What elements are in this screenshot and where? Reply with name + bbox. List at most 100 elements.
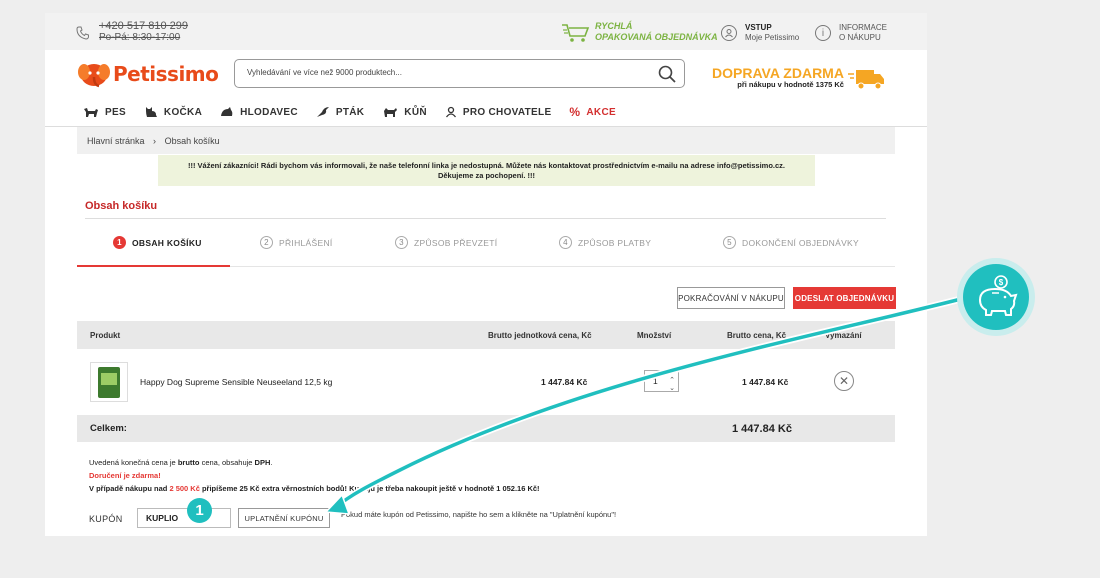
col-product: Produkt [90, 331, 121, 340]
login-title: VSTUP [745, 23, 772, 32]
info-line1: INFORMACE [839, 23, 887, 32]
percent-icon: % [569, 105, 581, 119]
note-threshold: 2 500 Kč [169, 484, 200, 493]
nav-item-sale[interactable]: % AKCE [569, 105, 616, 119]
cart-table-header: Produkt Brutto jednotková cena, Kč Množs… [77, 321, 895, 349]
nav-item-dog[interactable]: PES [83, 106, 126, 118]
col-unit-price: Brutto jednotková cena, Kč [488, 331, 592, 340]
apply-coupon-button[interactable]: UPLATNĚNÍ KUPÓNU [238, 508, 330, 528]
search-input[interactable] [247, 68, 647, 77]
cart-icon [562, 24, 590, 42]
col-qty: Množství [637, 331, 672, 340]
step-label: OBSAH KOŠÍKU [132, 237, 202, 248]
phone-number: +420 517 810 299 [99, 20, 189, 32]
horse-icon [384, 108, 398, 117]
loyalty-note: V případě nákupu nad 2 500 Kč připíšeme … [89, 484, 540, 493]
title-divider [85, 218, 886, 219]
step-number: 3 [395, 236, 408, 249]
fast-order-line2: OPAKOVANÁ OBJEDNÁVKA [595, 32, 718, 42]
step-cart-contents[interactable]: 1 OBSAH KOŠÍKU [113, 236, 202, 249]
nav-label: PRO CHOVATELE [462, 106, 552, 118]
coupon-input[interactable] [137, 508, 231, 528]
person-icon [445, 106, 456, 118]
nav-item-bird[interactable]: PTÁK [316, 106, 364, 118]
active-step-underline [77, 265, 230, 267]
step-badge: 1 [187, 498, 212, 523]
quantity-value: 1 [653, 376, 658, 386]
purchase-info-link[interactable]: i INFORMACE O NÁKUPU [815, 23, 887, 43]
breadcrumb-separator: › [153, 136, 157, 146]
breadcrumb-current: Obsah košíku [164, 136, 220, 146]
nav-label: PES [105, 106, 126, 118]
top-bar: +420 517 810 299 Po-Pá: 8:30-17:00 RYCHL… [45, 13, 927, 50]
free-delivery-note: Doručení je zdarma! [89, 471, 161, 480]
notice-line1: !!! Vážení zákazníci! Rádi bychom vás in… [187, 161, 786, 170]
chevron-updown-icon: ⌃ ⌄ [669, 377, 675, 392]
cat-icon [145, 107, 157, 117]
close-icon: ✕ [838, 374, 850, 388]
step-finish[interactable]: 5 DOKONČENÍ OBJEDNÁVKY [723, 236, 859, 249]
step-number: 5 [723, 236, 736, 249]
product-image[interactable] [90, 362, 128, 402]
search-box [234, 59, 685, 88]
step-login[interactable]: 2 PŘIHLÁŠENÍ [260, 236, 333, 249]
truck-icon [848, 70, 884, 90]
step-payment[interactable]: 4 ZPŮSOB PLATBY [559, 236, 651, 249]
step-delivery[interactable]: 3 ZPŮSOB PŘEVZETÍ [395, 236, 497, 249]
quantity-select[interactable]: 1 ⌃ ⌄ [644, 370, 679, 392]
nav-item-rodent[interactable]: HLODAVEC [220, 106, 298, 118]
nav-label: HLODAVEC [240, 106, 298, 118]
col-total: Brutto cena, Kč [727, 331, 787, 340]
main-nav: PES KOČKA HLODAVEC PTÁK KŮŇ PRO CHOVATEL… [83, 105, 634, 119]
fast-order-line1: RYCHLÁ [595, 21, 633, 31]
step-label: ZPŮSOB PLATBY [578, 237, 652, 248]
total-value: 1 447.84 Kč [732, 423, 792, 435]
step-label: ZPŮSOB PŘEVZETÍ [414, 237, 498, 248]
info-icon: i [815, 25, 831, 41]
nav-item-cat[interactable]: KOČKA [144, 106, 202, 118]
note-text: Uvedená konečná cena je [89, 458, 178, 467]
note-bold: brutto [177, 458, 200, 467]
nav-item-horse[interactable]: KŮŇ [382, 106, 427, 118]
search-icon[interactable] [658, 65, 676, 83]
nav-label: PTÁK [335, 106, 365, 118]
step-label: PŘIHLÁŠENÍ [279, 237, 333, 248]
step-number: 1 [113, 236, 126, 249]
page-title: Obsah košíku [85, 200, 158, 212]
phone-icon [76, 26, 89, 40]
breadcrumb-home[interactable]: Hlavní stránka [87, 136, 145, 146]
user-icon [721, 25, 737, 41]
submit-order-button[interactable]: ODESLAT OBJEDNÁVKU [793, 287, 896, 309]
opening-hours: Po-Pá: 8:30-17:00 [99, 32, 181, 43]
site-logo[interactable]: Petissimo [77, 59, 219, 89]
nav-item-breeders[interactable]: PRO CHOVATELE [445, 106, 552, 118]
rodent-icon [221, 107, 233, 116]
coupon-hint: Pokud máte kupón od Petissimo, napište h… [341, 510, 617, 519]
continue-shopping-button[interactable]: POKRAČOVÁNÍ V NÁKUPU [677, 287, 785, 309]
product-name[interactable]: Happy Dog Supreme Sensible Neuseeland 12… [140, 377, 332, 387]
cart-total-row: Celkem: 1 447.84 Kč [77, 415, 895, 442]
nav-label: AKCE [586, 106, 616, 118]
dog-icon [84, 108, 98, 117]
phone-contact: +420 517 810 299 Po-Pá: 8:30-17:00 [99, 20, 188, 44]
bird-icon [316, 107, 329, 117]
breadcrumb: Hlavní stránka › Obsah košíku [77, 127, 895, 154]
remove-item-button[interactable]: ✕ [834, 371, 854, 391]
logo-text: Petissimo [113, 62, 219, 86]
fast-reorder-link[interactable]: RYCHLÁ OPAKOVANÁ OBJEDNÁVKA [561, 21, 718, 43]
note-text: . [270, 458, 273, 467]
note-text: připíšeme 25 Kč extra věrnostních bodů! … [199, 484, 540, 493]
info-line2: O NÁKUPU [839, 33, 881, 42]
coupon-label: KUPÓN [89, 514, 123, 524]
piggy-bank-icon: $ [963, 264, 1029, 330]
login-link[interactable]: VSTUP Moje Petissimo [721, 23, 799, 43]
step-number: 2 [260, 236, 273, 249]
note-text: cena, obsahuje [199, 458, 255, 467]
nav-label: KOČKA [163, 106, 203, 118]
nav-label: KŮŇ [404, 106, 427, 118]
free-shipping-banner: DOPRAVA ZDARMA při nákupu v hodnotě 1375… [712, 66, 844, 90]
note-bold: DPH [254, 458, 271, 467]
phone-outage-notice: !!! Vážení zákazníci! Rádi bychom vás in… [158, 155, 815, 186]
col-remove: Vymazání [825, 331, 862, 340]
checkout-steps: 1 OBSAH KOŠÍKU 2 PŘIHLÁŠENÍ 3 ZPŮSOB PŘE… [77, 236, 895, 266]
